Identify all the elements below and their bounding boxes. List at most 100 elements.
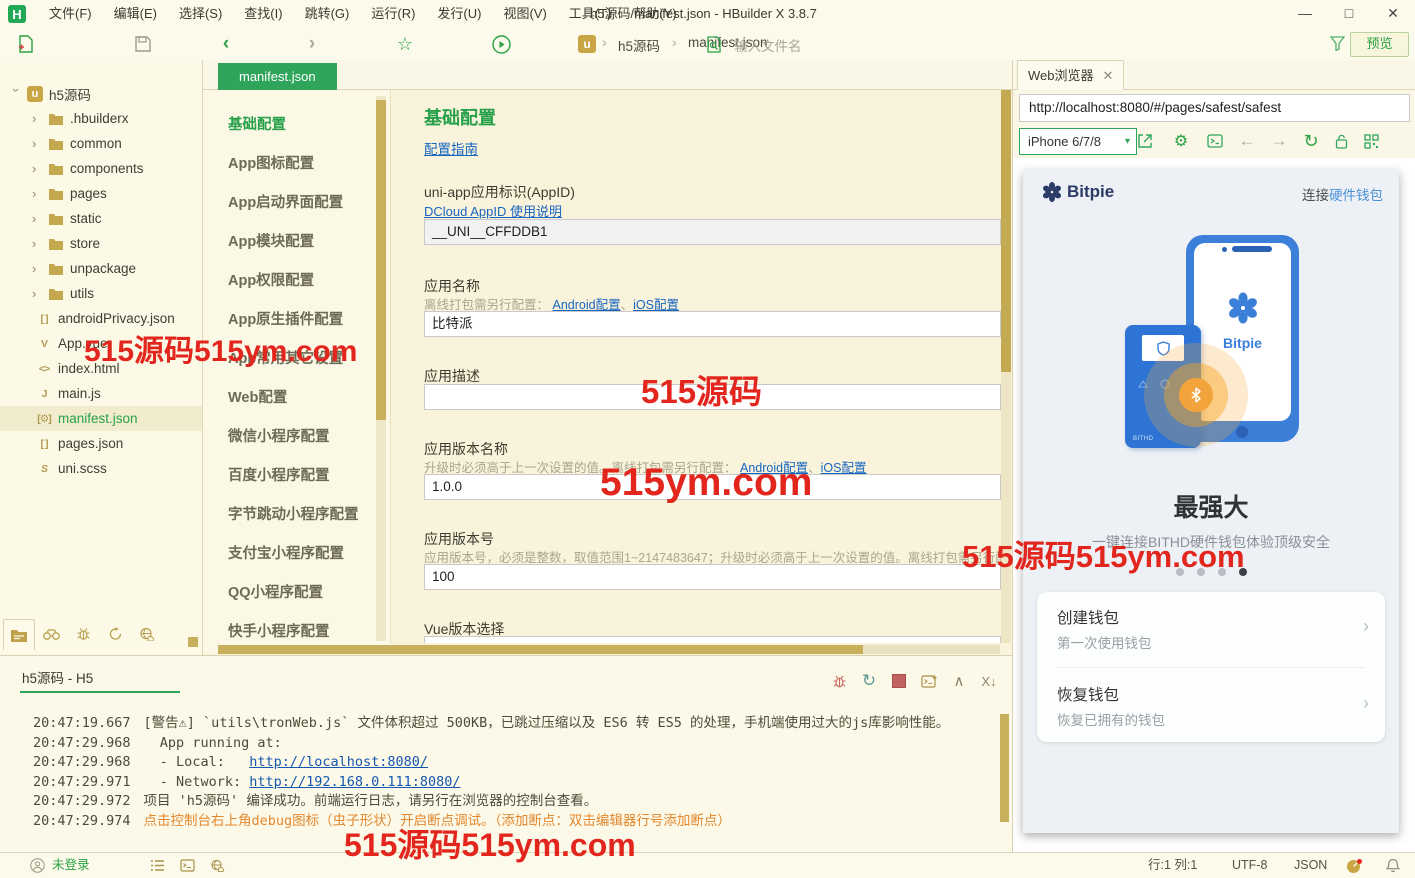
globe-cloud-icon[interactable] [210,859,225,872]
nav-app-permission-config[interactable]: App权限配置 [203,262,390,301]
encoding-indicator[interactable]: UTF-8 [1232,853,1267,878]
browser-back-icon[interactable]: ← [1235,128,1259,154]
ios-config-link[interactable]: iOS配置 [633,298,679,312]
maximize-button[interactable]: □ [1327,0,1371,28]
tree-file-pagesjson[interactable]: [ ] pages.json [0,431,202,456]
tree-folder-utils[interactable]: › utils [0,281,202,306]
menu-goto[interactable]: 跳转(G) [294,0,361,28]
terminal-add-icon[interactable] [918,671,940,691]
run-icon[interactable] [490,33,512,55]
chevron-right-icon[interactable]: › [32,138,44,150]
nav-baidu-mp-config[interactable]: 百度小程序配置 [203,457,390,496]
clear-console-icon[interactable]: X↓ [978,671,1000,691]
cursor-position[interactable]: 行:1 列:1 [1148,853,1197,878]
app-name-input[interactable]: 比特派 [424,311,1001,337]
nav-web-config[interactable]: Web配置 [203,379,390,418]
tree-folder-components[interactable]: › components [0,156,202,181]
breadcrumb-project[interactable]: h5源码 [618,35,660,55]
sync-refresh-icon[interactable] [100,619,130,649]
tree-folder-unpackage[interactable]: › unpackage [0,256,202,281]
local-url-link[interactable]: http://localhost:8080/ [249,754,428,770]
ios-config-link[interactable]: iOS配置 [821,461,867,475]
preview-button[interactable]: 预览 [1350,32,1409,57]
performance-icon[interactable] [1346,858,1363,874]
tree-folder-hbuilderx[interactable]: › .hbuilderx [0,106,202,131]
connect-hardware-wallet-link[interactable]: 连接硬件钱包 [1302,184,1383,204]
restart-icon[interactable]: ↻ [858,671,880,691]
navigate-back-icon[interactable]: ‹ [215,33,237,55]
user-icon[interactable] [30,858,45,873]
tree-folder-store[interactable]: › store [0,231,202,256]
close-button[interactable]: ✕ [1371,0,1415,28]
chevron-down-icon[interactable]: › [10,88,22,100]
menu-run[interactable]: 运行(R) [360,0,426,28]
qrcode-icon[interactable] [1359,128,1383,154]
menu-select[interactable]: 选择(S) [168,0,233,28]
android-config-link[interactable]: Android配置 [553,298,621,312]
tree-folder-pages[interactable]: › pages [0,181,202,206]
globe-cloud-icon[interactable] [132,619,162,649]
menu-file[interactable]: 文件(F) [38,0,103,28]
console-tab-label[interactable]: h5源码 - H5 [22,667,93,687]
file-search-input[interactable]: 输入文件名 [734,35,802,55]
notification-bell-icon[interactable] [1386,858,1400,873]
chevron-right-icon[interactable]: › [32,188,44,200]
chevron-right-icon[interactable]: › [32,113,44,125]
chevron-right-icon[interactable]: › [32,238,44,250]
console-terminal-icon[interactable] [1203,128,1227,154]
open-external-icon[interactable] [1133,128,1157,154]
appid-input[interactable]: __UNI__CFFDDB1 [424,219,1001,245]
terminal-icon[interactable] [180,859,195,872]
nav-basic-config[interactable]: 基础配置 [203,106,390,145]
tab-web-browser[interactable]: Web浏览器 ✕ [1017,60,1124,90]
tree-folder-common[interactable]: › common [0,131,202,156]
nav-app-icon-config[interactable]: App图标配置 [203,145,390,184]
chevron-right-icon[interactable]: › [32,288,44,300]
tab-manifest-json[interactable]: manifest.json [218,63,337,90]
filter-funnel-icon[interactable] [1330,36,1345,51]
login-status[interactable]: 未登录 [52,853,90,878]
chevron-right-icon[interactable]: › [32,163,44,175]
tree-root-project[interactable]: › u h5源码 [0,81,202,106]
menu-edit[interactable]: 编辑(E) [103,0,168,28]
browser-forward-icon[interactable]: → [1267,128,1291,154]
dcloud-appid-help-link[interactable]: DCloud AppID 使用说明 [424,204,562,219]
tree-file-uniscss[interactable]: S uni.scss [0,456,202,481]
nav-app-splash-config[interactable]: App启动界面配置 [203,184,390,223]
save-icon[interactable] [132,33,154,55]
network-url-link[interactable]: http://192.168.0.111:8080/ [249,774,460,790]
debug-bug-icon[interactable] [828,671,850,691]
nav-alipay-mp-config[interactable]: 支付宝小程序配置 [203,535,390,574]
filetype-indicator[interactable]: JSON [1294,853,1327,878]
collapse-panel-icon[interactable]: ∧ [948,671,970,691]
explorer-tab-folder-icon[interactable] [3,619,35,650]
browser-url-input[interactable]: http://localhost:8080/#/pages/safest/saf… [1019,94,1410,122]
nav-scrollbar-thumb[interactable] [376,100,386,420]
nav-weixin-mp-config[interactable]: 微信小程序配置 [203,418,390,457]
menu-find[interactable]: 查找(I) [233,0,293,28]
navigate-forward-icon[interactable]: › [301,33,323,55]
console-scrollbar-thumb[interactable] [1000,714,1009,822]
menu-publish[interactable]: 发行(U) [426,0,492,28]
editor-hscrollbar-thumb[interactable] [218,645,863,654]
search-binoculars-icon[interactable] [36,619,66,649]
lock-icon[interactable] [1329,128,1353,154]
nav-qq-mp-config[interactable]: QQ小程序配置 [203,574,390,613]
tree-file-manifestjson[interactable]: [⚙] manifest.json [0,406,202,431]
menu-view[interactable]: 视图(V) [492,0,557,28]
chevron-right-icon[interactable]: › [32,263,44,275]
stop-icon[interactable] [888,671,910,691]
new-file-icon[interactable] [14,33,36,55]
vue-version-input[interactable] [424,636,1001,643]
chevron-right-icon[interactable]: › [32,213,44,225]
restore-wallet-item[interactable]: 恢复钱包 恢复已拥有的钱包 › [1037,669,1385,741]
version-code-input[interactable]: 100 [424,564,1001,590]
bookmark-star-icon[interactable]: ☆ [394,33,416,55]
debug-bug-icon[interactable] [68,619,98,649]
minimize-button[interactable]: — [1283,0,1327,28]
device-select[interactable]: iPhone 6/7/8 ▾ [1019,128,1137,155]
tree-folder-static[interactable]: › static [0,206,202,231]
nav-bytedance-mp-config[interactable]: 字节跳动小程序配置 [203,496,390,535]
config-guide-link[interactable]: 配置指南 [424,142,478,157]
form-scrollbar-thumb[interactable] [1001,90,1011,372]
